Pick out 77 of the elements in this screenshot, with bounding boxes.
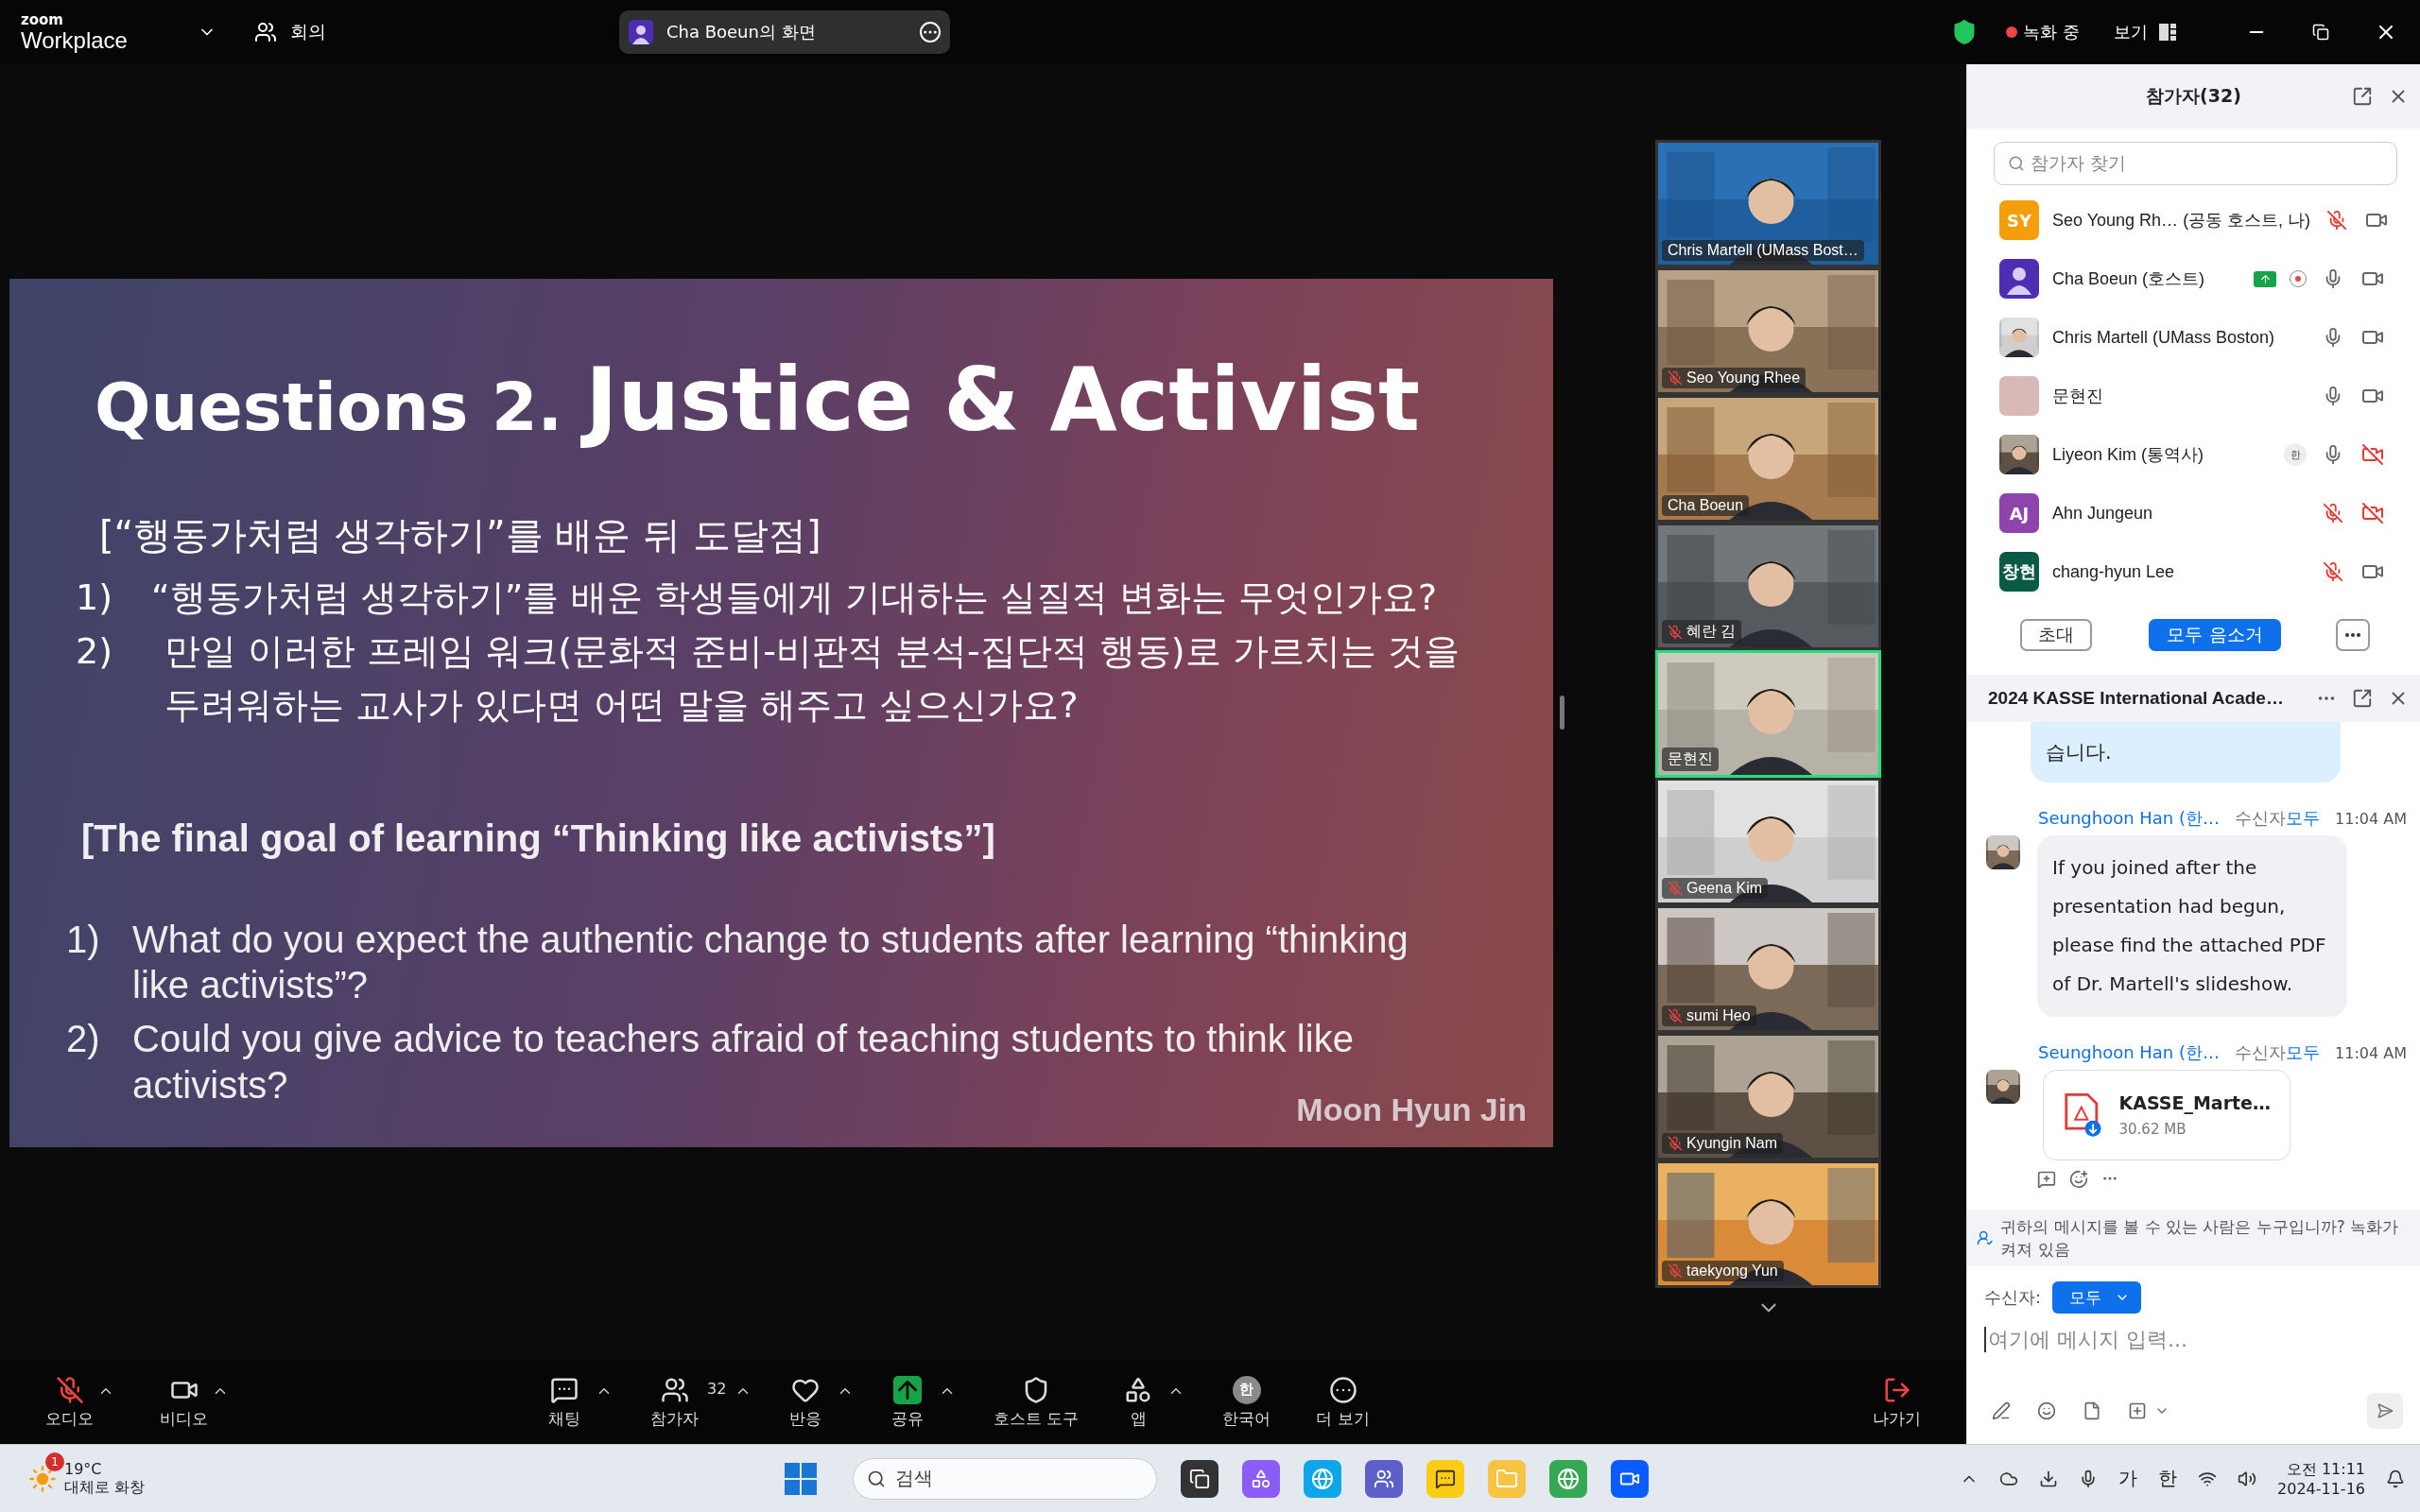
participant-name: chang-hyun Lee (2052, 561, 2176, 582)
participant-name: Chris Martell (UMass Bost… (1668, 242, 1858, 259)
brand-name: Workplace (21, 28, 128, 52)
toolbar-button[interactable]: 호스트 도구 (986, 1375, 1087, 1430)
slide-title: Justice & Activist (581, 335, 1429, 472)
chat-title: 2024 KASSE International Acade… (1988, 688, 2284, 709)
clock-date[interactable]: 2024-11-16 (2277, 1479, 2365, 1498)
message-time: 11:04 AM (2335, 810, 2407, 828)
clock-time[interactable]: 오전 11:11 (2286, 1459, 2365, 1480)
participant-name: Cha Boeun (호스트) (2052, 268, 2206, 290)
recipient-label: 수신자 (2235, 1042, 2287, 1062)
avatar: SY (1999, 200, 2039, 240)
recipient-name: 모두 (2286, 1041, 2321, 1064)
invite-button[interactable]: 초대 (2020, 619, 2092, 651)
question-number: 2) (76, 628, 113, 674)
participant-name: Ahn Jungeun (2052, 503, 2154, 524)
recipient-label: 수신자: (1984, 1286, 2042, 1309)
file-name: KASSE_Marte… (2118, 1092, 2271, 1113)
toolbar-button[interactable]: 채팅 (541, 1375, 588, 1430)
question-number: 1) (66, 917, 101, 962)
temperature[interactable]: 19°C (64, 1459, 146, 1478)
file-attachment[interactable]: KASSE_Marte… 30.62 MB (2043, 1070, 2290, 1160)
message-bubble: If you joined after the presentation had begun, please find the attached PDF of Dr. Martell's slideshow. (2037, 835, 2347, 1017)
recipient-label: 수신자 (2235, 808, 2287, 828)
message-bubble: 습니다. (2031, 722, 2341, 782)
mute-all-button[interactable]: 모두 음소거 (2149, 619, 2281, 651)
input-mode[interactable]: 가 (2118, 1466, 2137, 1491)
input-language[interactable]: 한 (2158, 1466, 2177, 1491)
participant-name: sumi Heo (1686, 1007, 1751, 1024)
participant-name: 혜란 김 (1686, 622, 1737, 641)
weather-description[interactable]: 대체로 화창 (64, 1477, 146, 1498)
recipient-dropdown[interactable]: 모두 (2052, 1281, 2142, 1314)
meeting-label[interactable]: 회의 (289, 20, 326, 44)
search-field[interactable]: 검색 (853, 1457, 1157, 1500)
avatar: AJ (1999, 493, 2039, 533)
notification-badge: 1 (45, 1452, 64, 1471)
toolbar-button[interactable]: 반응 (782, 1375, 829, 1430)
participant-name: Geena Kim (1686, 880, 1763, 897)
file-size: 30.62 MB (2118, 1121, 2187, 1138)
question-text: What do you expect the authentic change to students after learning “thinking like activists”? (132, 917, 1409, 1008)
brand-logo: zoom (21, 12, 64, 27)
participant-name: 문현진 (1668, 749, 1713, 768)
question-number: 2) (66, 1017, 101, 1062)
participant-name: Chris Martell (UMass Boston) (2052, 327, 2276, 348)
search-field[interactable]: 참가자 찾기 (1994, 142, 2397, 185)
leave-button[interactable]: 나가기 (1865, 1375, 1928, 1430)
question-text: “행동가처럼 생각하기”를 배운 학생들에게 기대하는 실질적 변화는 무엇인가요? (151, 575, 1439, 620)
toolbar-button[interactable]: 공유 (884, 1375, 931, 1430)
slide-title-prefix: Questions 2. (95, 367, 563, 448)
participant-name: Seo Young Rhee (1686, 369, 1801, 387)
slide-heading: [The final goal of learning “Thinking like activists”] (81, 816, 996, 860)
language-badge: 한 (2284, 443, 2307, 466)
sender-name[interactable]: Seunghoon Han (한… (2038, 807, 2221, 830)
language-badge: 한 (1232, 1375, 1261, 1404)
toolbar-button[interactable]: 한 한국어 (1215, 1375, 1279, 1430)
participant-name: 문현진 (2052, 386, 2104, 407)
audio-button[interactable]: 오디오 (38, 1375, 101, 1430)
message-time: 11:04 AM (2335, 1044, 2407, 1062)
participant-name: Liyeon Kim (통역사) (2052, 444, 2205, 466)
question-text: 만일 이러한 프레임 워크(문화적 준비-비판적 분석-집단적 행동)로 가르치는 것을 두려워하는 교사가 있다면 어떤 말을 해주고 싶으신가요? (164, 628, 1461, 728)
participant-name: Kyungin Nam (1686, 1135, 1778, 1152)
toolbar-button[interactable]: 더 보기 (1308, 1375, 1377, 1430)
participant-name: Cha Boeun (1668, 497, 1744, 514)
avatar: 창현 (1999, 552, 2039, 592)
sender-name[interactable]: Seunghoon Han (한… (2038, 1041, 2221, 1064)
panel-title: 참가자(32) (2146, 84, 2241, 108)
participant-name: Seo Young Rh… (공동 호스트, 나) (2052, 210, 2311, 232)
recipient-name: 모두 (2286, 807, 2321, 830)
participant-count: 32 (707, 1379, 727, 1398)
slide-heading: [“행동가처럼 생각하기”를 배운 뒤 도달점] (99, 511, 822, 558)
toolbar-button[interactable]: 앱 (1116, 1375, 1161, 1430)
question-number: 1) (76, 575, 113, 620)
share-indicator[interactable]: Cha Boeun의 화면 (618, 10, 950, 54)
recording-status[interactable]: 녹화 중 (2023, 21, 2080, 43)
view-menu[interactable]: 보기 (2114, 21, 2148, 43)
video-button[interactable]: 비디오 (152, 1375, 216, 1430)
participant-name: taekyong Yun (1686, 1263, 1778, 1280)
